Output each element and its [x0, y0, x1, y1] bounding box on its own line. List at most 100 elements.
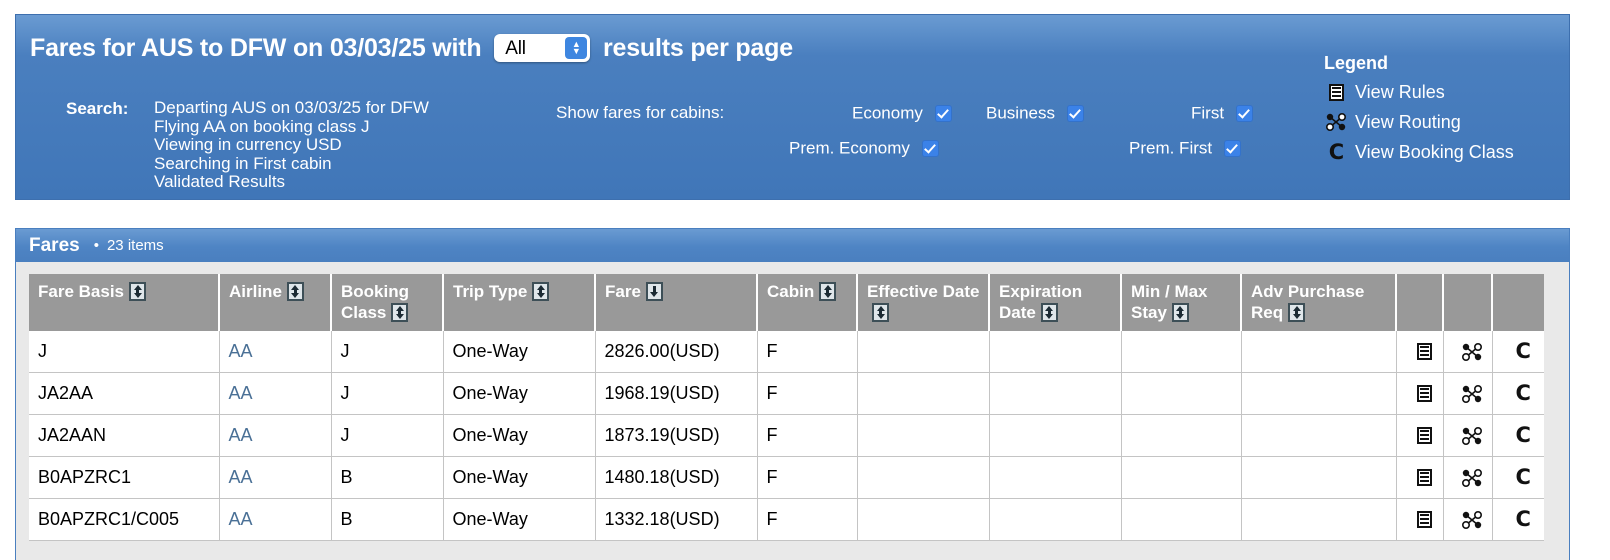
cabin-label-prem-first: Prem. First — [1129, 138, 1213, 158]
view-routing-icon[interactable] — [1462, 416, 1482, 456]
legend-label-view-booking-class: View Booking Class — [1355, 141, 1514, 162]
table-row: JA2AAN AA J One-Way 1873.19(USD) F C — [29, 414, 1544, 457]
column-header-airline[interactable]: Airline — [219, 274, 332, 331]
fares-panel-header: Fares • 23 items — [16, 229, 1569, 262]
cabin-filter-first[interactable]: First — [1191, 103, 1253, 124]
view-booking-class-icon[interactable]: C — [1516, 332, 1531, 372]
view-rules-icon[interactable] — [1416, 374, 1432, 414]
search-summary-panel: Fares for AUS to DFW on 03/03/25 with Al… — [15, 14, 1570, 200]
cell-view-rules[interactable] — [1396, 414, 1444, 457]
sort-toggle-cabin[interactable] — [819, 282, 837, 301]
view-rules-icon[interactable] — [1416, 458, 1432, 498]
airline-link[interactable]: AA — [229, 425, 253, 445]
view-routing-icon[interactable] — [1462, 332, 1482, 372]
cell-adv-purchase-req — [1241, 456, 1397, 499]
sort-toggle-effective-date[interactable] — [872, 303, 889, 322]
legend-label-view-rules: View Rules — [1355, 81, 1445, 102]
cell-view-booking-class[interactable]: C — [1492, 456, 1544, 499]
cell-airline[interactable]: AA — [219, 456, 332, 499]
cell-airline[interactable]: AA — [219, 331, 332, 373]
sort-toggle-min-max-stay[interactable] — [1171, 303, 1189, 322]
cell-view-routing[interactable] — [1443, 372, 1493, 415]
cabin-checkbox-business[interactable] — [1066, 105, 1084, 123]
cell-view-booking-class[interactable]: C — [1492, 331, 1544, 373]
table-row: B0APZRC1 AA B One-Way 1480.18(USD) F C — [29, 456, 1544, 499]
cell-view-booking-class[interactable]: C — [1492, 414, 1544, 457]
cell-view-rules[interactable] — [1396, 331, 1444, 373]
view-routing-icon — [1324, 113, 1348, 131]
sort-toggle-trip-type[interactable] — [532, 282, 550, 301]
cabin-checkbox-prem-first[interactable] — [1223, 140, 1241, 158]
cell-min-max-stay — [1121, 331, 1242, 373]
cabin-checkbox-first[interactable] — [1235, 105, 1253, 123]
column-header-fare[interactable]: Fare — [595, 274, 758, 331]
cell-fare: 1332.18(USD) — [595, 498, 758, 541]
cabin-filter-prem-economy[interactable]: Prem. Economy — [789, 138, 939, 159]
cell-fare: 2826.00(USD) — [595, 331, 758, 373]
sort-toggle-fare[interactable] — [645, 282, 663, 301]
column-header-booking-class[interactable]: Booking Class — [331, 274, 444, 331]
cell-airline[interactable]: AA — [219, 498, 332, 541]
view-booking-class-icon[interactable]: C — [1516, 500, 1531, 540]
view-booking-class-icon[interactable]: C — [1516, 416, 1531, 456]
cell-min-max-stay — [1121, 372, 1242, 415]
page-title: Fares for AUS to DFW on 03/03/25 with Al… — [30, 33, 793, 63]
fares-table: Fare Basis Airline Booking Class Trip Ty… — [29, 274, 1544, 541]
cell-airline[interactable]: AA — [219, 372, 332, 415]
cell-adv-purchase-req — [1241, 414, 1397, 457]
cabin-filter-business[interactable]: Business — [986, 103, 1084, 124]
cell-view-booking-class[interactable]: C — [1492, 498, 1544, 541]
sort-toggle-fare-basis[interactable] — [129, 282, 146, 301]
view-rules-icon[interactable] — [1416, 416, 1432, 456]
column-label-adv-purchase-req: Adv Purchase Req — [1251, 282, 1365, 322]
cell-airline[interactable]: AA — [219, 414, 332, 457]
view-routing-icon[interactable] — [1462, 374, 1482, 414]
sort-toggle-booking-class[interactable] — [391, 303, 409, 322]
view-rules-icon[interactable] — [1416, 500, 1432, 540]
cell-effective-date — [857, 456, 990, 499]
cell-view-routing[interactable] — [1443, 498, 1493, 541]
cell-min-max-stay — [1121, 498, 1242, 541]
results-per-page-select[interactable]: All ▲ ▼ — [494, 34, 591, 63]
stepper-arrows-icon[interactable]: ▲ ▼ — [565, 37, 588, 60]
cell-effective-date — [857, 414, 990, 457]
sort-toggle-airline[interactable] — [286, 282, 304, 301]
sort-toggle-expiration-date[interactable] — [1040, 303, 1058, 322]
column-header-expiration-date[interactable]: Expiration Date — [989, 274, 1122, 331]
cell-view-rules[interactable] — [1396, 498, 1444, 541]
cabin-filter-economy[interactable]: Economy — [852, 103, 952, 124]
cell-view-rules[interactable] — [1396, 456, 1444, 499]
cell-cabin: F — [757, 331, 858, 373]
cell-view-rules[interactable] — [1396, 372, 1444, 415]
sort-toggle-adv-purchase-req[interactable] — [1288, 303, 1306, 322]
cell-view-routing[interactable] — [1443, 456, 1493, 499]
cell-view-booking-class[interactable]: C — [1492, 372, 1544, 415]
view-routing-icon[interactable] — [1462, 500, 1482, 540]
cell-view-routing[interactable] — [1443, 331, 1493, 373]
separator-dot: • — [93, 236, 99, 254]
column-header-min-max-stay[interactable]: Min / Max Stay — [1121, 274, 1242, 331]
column-header-cabin[interactable]: Cabin — [757, 274, 858, 331]
view-booking-class-icon[interactable]: C — [1516, 458, 1531, 498]
column-header-trip-type[interactable]: Trip Type — [443, 274, 596, 331]
view-rules-icon[interactable] — [1416, 332, 1432, 372]
cabin-checkbox-economy[interactable] — [934, 105, 952, 123]
legend-item-view-booking-class: C View Booking Class — [1324, 137, 1514, 167]
cell-expiration-date — [989, 498, 1122, 541]
search-line-departing: Departing AUS on 03/03/25 for DFW — [154, 98, 429, 117]
cabin-filter-prem-first[interactable]: Prem. First — [1129, 138, 1241, 159]
search-summary-lines: Departing AUS on 03/03/25 for DFW Flying… — [154, 98, 429, 192]
airline-link[interactable]: AA — [229, 509, 253, 529]
search-line-validated: Validated Results — [154, 172, 286, 191]
column-header-adv-purchase-req[interactable]: Adv Purchase Req — [1241, 274, 1397, 331]
cabin-checkbox-prem-economy[interactable] — [921, 140, 939, 158]
airline-link[interactable]: AA — [229, 383, 253, 403]
cell-view-routing[interactable] — [1443, 414, 1493, 457]
airline-link[interactable]: AA — [229, 341, 253, 361]
view-routing-icon[interactable] — [1462, 458, 1482, 498]
column-header-effective-date[interactable]: Effective Date — [857, 274, 990, 331]
view-booking-class-icon[interactable]: C — [1516, 374, 1531, 414]
column-header-fare-basis[interactable]: Fare Basis — [29, 274, 220, 331]
airline-link[interactable]: AA — [229, 467, 253, 487]
booking-class-glyph: C — [1328, 139, 1344, 164]
